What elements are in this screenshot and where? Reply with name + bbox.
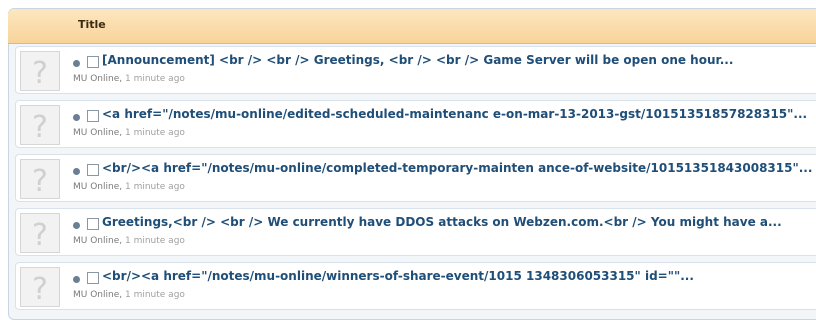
- thread-meta: MU Online, 1 minute ago: [73, 74, 185, 84]
- question-mark-icon: ?: [32, 164, 48, 199]
- thread-author[interactable]: MU Online: [73, 290, 119, 300]
- avatar[interactable]: ?: [20, 51, 60, 91]
- status-dot-icon: [73, 222, 80, 229]
- thread-time: 1 minute ago: [124, 74, 185, 84]
- thread-title-link[interactable]: <br/><a href="/notes/mu-online/completed…: [102, 161, 812, 175]
- avatar[interactable]: ?: [20, 267, 60, 307]
- thread-title-link[interactable]: <a href="/notes/mu-online/edited-schedul…: [102, 107, 807, 121]
- thread-title-link[interactable]: <br/><a href="/notes/mu-online/winners-o…: [102, 269, 694, 283]
- question-mark-icon: ?: [32, 110, 48, 145]
- thread-row[interactable]: ? <a href="/notes/mu-online/edited-sched…: [15, 100, 816, 148]
- thread-title-link[interactable]: Greetings,<br /> <br /> We currently hav…: [102, 215, 782, 229]
- thread-title-link[interactable]: [Announcement] <br /> <br /> Greetings, …: [102, 53, 733, 67]
- svg-text:?: ?: [32, 110, 48, 144]
- svg-text:?: ?: [32, 164, 48, 198]
- thread-select-checkbox[interactable]: [87, 272, 99, 284]
- avatar[interactable]: ?: [20, 213, 60, 253]
- thread-time: 1 minute ago: [124, 128, 185, 138]
- thread-author[interactable]: MU Online: [73, 74, 119, 84]
- status-dot-icon: [73, 276, 80, 283]
- thread-select-checkbox[interactable]: [87, 164, 99, 176]
- thread-meta: MU Online, 1 minute ago: [73, 128, 185, 138]
- avatar[interactable]: ?: [20, 159, 60, 199]
- thread-row[interactable]: ? <br/><a href="/notes/mu-online/complet…: [15, 154, 816, 202]
- question-mark-icon: ?: [32, 56, 48, 91]
- question-mark-icon: ?: [32, 272, 48, 307]
- question-mark-icon: ?: [32, 218, 48, 253]
- thread-row[interactable]: ? [Announcement] <br /> <br /> Greetings…: [15, 46, 816, 94]
- avatar[interactable]: ?: [20, 105, 60, 145]
- status-dot-icon: [73, 168, 80, 175]
- column-header-title: Title: [78, 18, 106, 31]
- thread-select-checkbox[interactable]: [87, 218, 99, 230]
- thread-author[interactable]: MU Online: [73, 236, 119, 246]
- thread-author[interactable]: MU Online: [73, 182, 119, 192]
- thread-row[interactable]: ? Greetings,<br /> <br /> We currently h…: [15, 208, 816, 256]
- thread-select-checkbox[interactable]: [87, 56, 99, 68]
- thread-select-checkbox[interactable]: [87, 110, 99, 122]
- thread-meta: MU Online, 1 minute ago: [73, 290, 185, 300]
- thread-time: 1 minute ago: [124, 290, 185, 300]
- thread-meta: MU Online, 1 minute ago: [73, 182, 185, 192]
- thread-time: 1 minute ago: [124, 236, 185, 246]
- thread-meta: MU Online, 1 minute ago: [73, 236, 185, 246]
- thread-row[interactable]: ? <br/><a href="/notes/mu-online/winners…: [15, 262, 816, 310]
- svg-text:?: ?: [32, 218, 48, 252]
- thread-list: ? [Announcement] <br /> <br /> Greetings…: [15, 46, 816, 316]
- svg-text:?: ?: [32, 272, 48, 306]
- column-header: Title: [8, 9, 816, 44]
- status-dot-icon: [73, 114, 80, 121]
- svg-text:?: ?: [32, 56, 48, 90]
- thread-time: 1 minute ago: [124, 182, 185, 192]
- status-dot-icon: [73, 60, 80, 67]
- thread-author[interactable]: MU Online: [73, 128, 119, 138]
